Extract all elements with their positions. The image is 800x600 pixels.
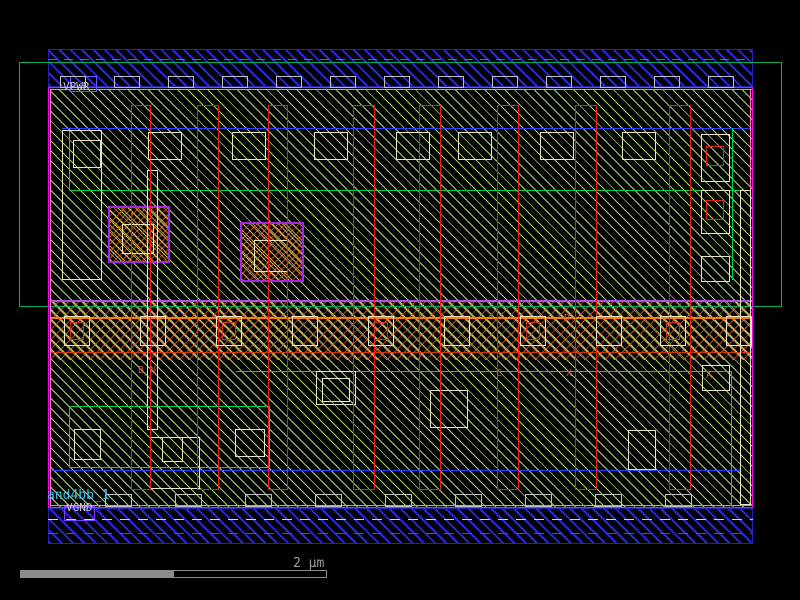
scale-bar: 2 μm (0, 550, 800, 600)
pin-label-d: D (564, 314, 570, 324)
li-contact-upper-1 (232, 132, 266, 160)
vgnd-rail (48, 508, 753, 544)
vgnd-via-row-5 (455, 494, 482, 507)
poly-gate-4 (419, 105, 441, 490)
scale-bar-label: 2 μm (293, 556, 324, 571)
li-col-r2-con (706, 200, 724, 220)
vgnd-via-row-3 (315, 494, 342, 507)
li-upper-left-sq (73, 140, 101, 168)
scale-bar-filled-segment (20, 570, 173, 578)
li-low-6 (628, 430, 656, 470)
red-dash-bot (48, 533, 753, 534)
vgnd-via-row-7 (595, 494, 622, 507)
poly-gate-0 (131, 105, 151, 490)
poly-gate-3 (353, 105, 375, 490)
poly-gate-6 (575, 105, 597, 490)
li-contact-upper-4 (458, 132, 492, 160)
li-contact-upper-5 (540, 132, 574, 160)
li-low-2-inner (162, 437, 183, 462)
poly-gate-5 (497, 105, 519, 490)
met1-dash-top (48, 59, 753, 60)
vgnd-via-row-8 (665, 494, 692, 507)
vpwr-via-row-6 (384, 76, 410, 88)
vpwr-via-row-9 (546, 76, 572, 88)
vpwr-via-row-8 (492, 76, 518, 88)
pin-label-b-n: B_N (138, 366, 156, 376)
white-dash-bot (48, 519, 753, 520)
licon-mid-con-2 (222, 322, 236, 340)
licon-mid-con-0 (70, 322, 84, 340)
vpwr-via-row-2 (168, 76, 194, 88)
li-strip-right (740, 190, 751, 505)
pin-label-x: X (566, 369, 572, 379)
li-low-1 (74, 429, 101, 460)
vgnd-via-row-6 (525, 494, 552, 507)
vgnd-via-row-4 (385, 494, 412, 507)
licon-mid-9 (726, 316, 752, 346)
layout-canvas[interactable]: VPWRand4bb_1VGNDB_NCDXA (0, 0, 800, 600)
vgnd-via-row-2 (245, 494, 272, 507)
licon-mid-3 (292, 316, 318, 346)
li-contact-upper-3 (396, 132, 430, 160)
li-contact-upper-6 (622, 132, 656, 160)
vpwr-via-row-11 (654, 76, 680, 88)
li-col-r1-con (706, 146, 724, 166)
licon-mid-con-8 (666, 322, 680, 340)
vpwr-via-row-12 (708, 76, 734, 88)
licon-mid-5 (444, 316, 470, 346)
licon-mid-con-4 (374, 322, 388, 340)
licon-mid-7 (596, 316, 622, 346)
poly-gate-1 (197, 105, 219, 490)
vpwr-via-row-3 (222, 76, 248, 88)
poly-gate-2 (268, 105, 288, 490)
vpwr-via-row-4 (276, 76, 302, 88)
li-low-4-inner (322, 378, 350, 402)
scale-bar-outline-segment (173, 570, 327, 578)
licon-mid-con-6 (526, 322, 540, 340)
vpwr-via-row-5 (330, 76, 356, 88)
vgnd-via-row-1 (175, 494, 202, 507)
poly-gate-7 (669, 105, 691, 490)
li-contact-upper-2 (314, 132, 348, 160)
label-vpwr: VPWR (63, 81, 90, 92)
li-contact-upper-0 (148, 132, 182, 160)
licon-mid-1 (140, 316, 166, 346)
vpwr-via-row-1 (114, 76, 140, 88)
vpwr-via-row-10 (600, 76, 626, 88)
label-vgnd: VGND (66, 502, 93, 513)
li-col-r3 (701, 256, 730, 282)
li-low-3 (235, 429, 265, 457)
pin-label-c: C (496, 369, 502, 379)
vpwr-via-row-7 (438, 76, 464, 88)
pin-label-a: A (706, 371, 712, 381)
